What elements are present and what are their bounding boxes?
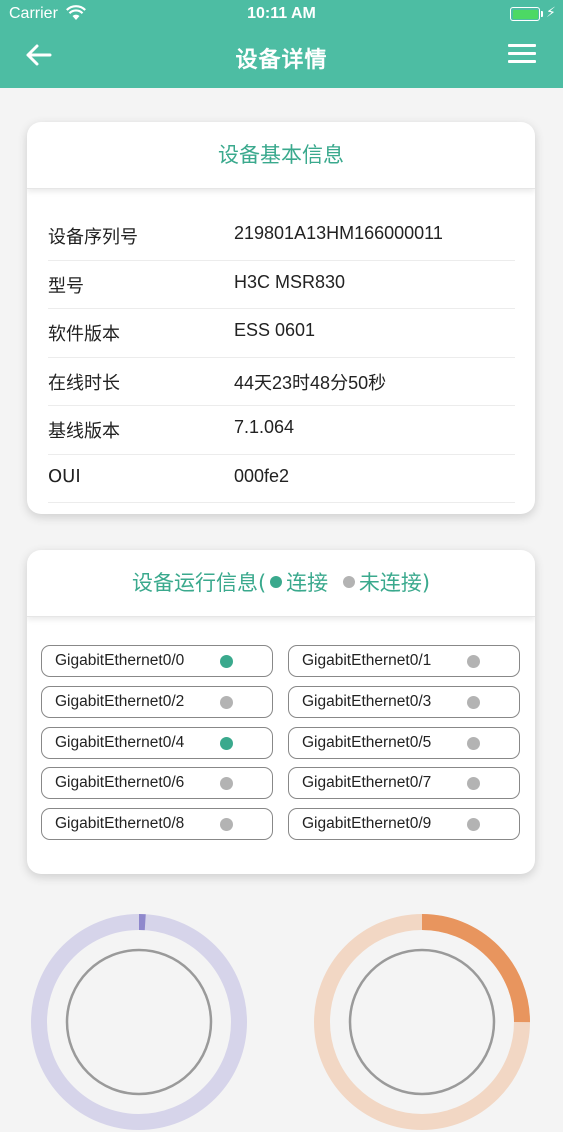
- port-disconnected-dot: [467, 695, 480, 709]
- port-item[interactable]: GigabitEthernet0/0: [41, 645, 273, 677]
- battery-icon: [510, 7, 540, 21]
- basic-info-card: 设备基本信息 设备序列号 219801A13HM166000011 型号 H3C…: [27, 122, 535, 514]
- gauge-right-inner-ring: [348, 948, 496, 1096]
- run-info-title-text: 设备运行信息(: [131, 571, 267, 595]
- info-value: H3C MSR830: [234, 271, 346, 292]
- run-info-title: 设备运行信息( 连接 未连接): [27, 550, 535, 617]
- port-name: GigabitEthernet0/0: [55, 652, 185, 669]
- port-name: GigabitEthernet0/7: [302, 774, 432, 792]
- port-grid: GigabitEthernet0/0 GigabitEthernet0/1 Giga…: [27, 645, 535, 845]
- info-value: ESS 0601: [234, 320, 316, 340]
- port-disconnected-dot: [467, 818, 480, 832]
- gauge-left-track: [31, 914, 247, 1130]
- port-item[interactable]: GigabitEthernet0/5: [288, 726, 520, 759]
- port-item[interactable]: GigabitEthernet0/8: [41, 808, 273, 841]
- port-connected-dot: [220, 736, 233, 750]
- page-title: 设备详情: [235, 48, 328, 73]
- info-value: 44天23时48分50秒: [234, 372, 387, 393]
- info-label: OUI: [48, 465, 81, 487]
- run-info-card: 设备运行信息(连接 未连接) GigabitEthernet0/0 Gigabit…: [27, 550, 535, 874]
- port-item[interactable]: GigabitEthernet0/3: [288, 685, 520, 718]
- gauge-left: [31, 914, 247, 1130]
- basic-info-list: 设备序列号 219801A13HM166000011 型号 H3C MSR830…: [27, 212, 535, 503]
- gauge-left-inner-ring: [65, 948, 213, 1096]
- port-item[interactable]: GigabitEthernet0/7: [288, 767, 520, 800]
- info-label: 型号: [48, 275, 84, 297]
- info-row-model: 型号 H3C MSR830: [48, 261, 515, 309]
- info-value: 000fe2: [234, 465, 290, 486]
- port-item[interactable]: GigabitEthernet0/4: [41, 726, 273, 759]
- run-info-title-suffix: ): [421, 571, 431, 595]
- port-disconnected-dot: [220, 777, 233, 791]
- port-connected-dot: [220, 655, 233, 668]
- port-item[interactable]: GigabitEthernet0/2: [41, 685, 273, 718]
- status-bar: Carrier 10:11 AM ⚡: [0, 0, 563, 30]
- connected-legend-dot: [270, 576, 283, 588]
- legend-disconnected-label: 未连接: [358, 571, 422, 595]
- port-name: GigabitEthernet0/4: [55, 733, 185, 751]
- port-item[interactable]: GigabitEthernet0/6: [41, 767, 273, 800]
- info-row-serial: 设备序列号 219801A13HM166000011: [48, 212, 515, 261]
- disconnected-legend-dot: [342, 576, 355, 588]
- charging-bolt-icon: ⚡: [546, 5, 556, 21]
- info-label: 软件版本: [48, 324, 120, 345]
- port-name: GigabitEthernet0/6: [55, 774, 185, 792]
- info-value: 219801A13HM166000011: [234, 223, 443, 243]
- info-value: 7.1.064: [234, 417, 295, 437]
- battery-tip: [541, 11, 543, 17]
- info-row-baseline-version: 基线版本 7.1.064: [48, 406, 515, 455]
- port-name: GigabitEthernet0/8: [55, 815, 185, 833]
- info-row-software-version: 软件版本 ESS 0601: [48, 309, 515, 358]
- port-name: GigabitEthernet0/1: [302, 652, 432, 669]
- port-name: GigabitEthernet0/9: [302, 815, 432, 833]
- port-name: GigabitEthernet0/2: [55, 692, 185, 710]
- port-disconnected-dot: [220, 818, 233, 832]
- port-disconnected-dot: [467, 655, 480, 668]
- port-disconnected-dot: [467, 777, 480, 791]
- info-row-uptime: 在线时长 44天23时48分50秒: [48, 358, 515, 406]
- gauge-right: [314, 914, 530, 1130]
- legend-connected-label: 连接: [286, 571, 329, 595]
- info-label: 在线时长: [48, 372, 120, 394]
- app-header: Carrier 10:11 AM ⚡ 设备详情: [0, 0, 563, 88]
- info-label: 设备序列号: [48, 227, 138, 248]
- port-item[interactable]: GigabitEthernet0/1: [288, 645, 520, 677]
- port-item[interactable]: GigabitEthernet0/9: [288, 808, 520, 841]
- info-label: 基线版本: [48, 421, 120, 442]
- info-row-oui: OUI 000fe2: [48, 455, 515, 503]
- port-disconnected-dot: [220, 695, 233, 709]
- hamburger-menu-icon[interactable]: [508, 44, 536, 68]
- port-disconnected-dot: [467, 736, 480, 750]
- basic-info-title: 设备基本信息: [27, 122, 535, 189]
- clock: 10:11 AM: [247, 5, 316, 22]
- port-name: GigabitEthernet0/5: [302, 733, 432, 751]
- port-name: GigabitEthernet0/3: [302, 692, 432, 710]
